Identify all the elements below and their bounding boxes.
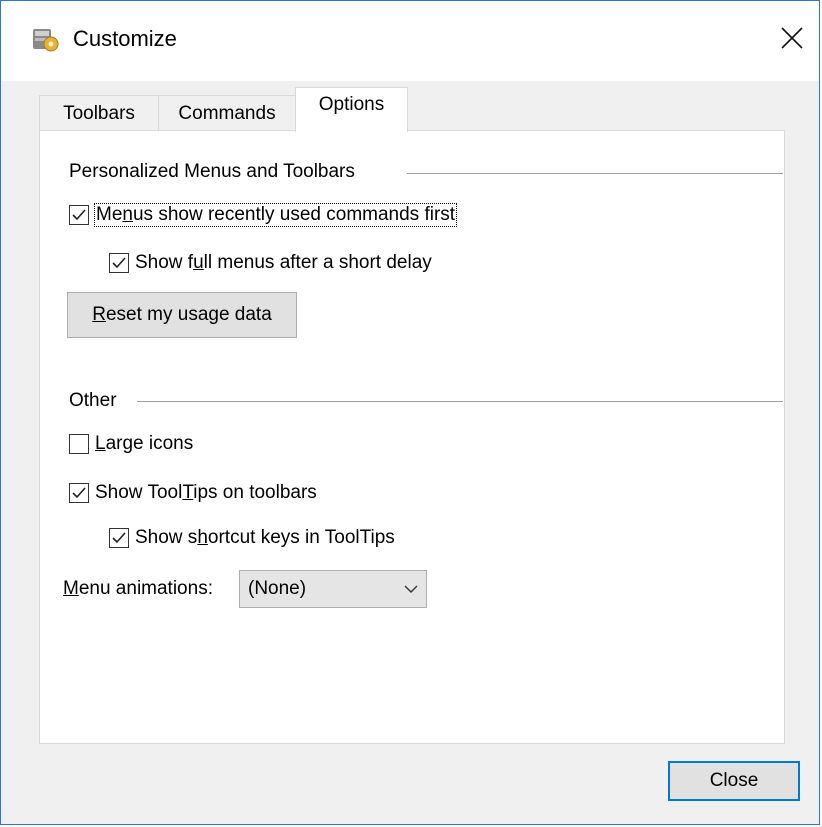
checkbox-label: Show shortcut keys in ToolTips bbox=[135, 527, 395, 548]
checkbox-box bbox=[109, 528, 129, 548]
personalized-heading: Personalized Menus and Toolbars bbox=[69, 161, 355, 183]
tab-commands[interactable]: Commands bbox=[158, 95, 296, 131]
group-divider bbox=[137, 401, 783, 402]
button-label: Close bbox=[709, 770, 759, 791]
tab-label: Toolbars bbox=[63, 102, 135, 124]
close-button[interactable]: Close bbox=[668, 761, 800, 801]
title-bar: Customize bbox=[1, 1, 819, 81]
other-heading: Other bbox=[69, 390, 117, 412]
tab-toolbars[interactable]: Toolbars bbox=[39, 95, 159, 131]
options-panel: Personalized Menus and Toolbars Menus sh… bbox=[39, 130, 785, 744]
large-icons-checkbox[interactable]: Large icons bbox=[69, 433, 193, 455]
reset-usage-data-button[interactable]: Reset my usage data bbox=[67, 292, 297, 338]
group-divider bbox=[407, 173, 783, 174]
checkbox-box bbox=[109, 253, 129, 273]
shortcut-keys-tooltips-checkbox[interactable]: Show shortcut keys in ToolTips bbox=[109, 527, 395, 549]
show-tooltips-checkbox[interactable]: Show ToolTips on toolbars bbox=[69, 482, 317, 504]
window-title: Customize bbox=[73, 26, 177, 51]
checkbox-box bbox=[69, 483, 89, 503]
button-label: Reset my usage data bbox=[92, 304, 272, 325]
checkbox-box bbox=[69, 205, 89, 225]
dropdown-value: (None) bbox=[248, 578, 307, 599]
close-icon[interactable] bbox=[769, 15, 815, 61]
checkbox-label: Show ToolTips on toolbars bbox=[95, 482, 317, 503]
full-menus-delay-checkbox[interactable]: Show full menus after a short delay bbox=[109, 252, 432, 274]
customize-app-icon bbox=[31, 27, 61, 53]
recent-commands-first-checkbox[interactable]: Menus show recently used commands first bbox=[69, 203, 458, 227]
tab-label: Options bbox=[318, 94, 385, 115]
menu-animations-label: Menu animations: bbox=[63, 578, 213, 599]
checkbox-label: Menus show recently used commands first bbox=[93, 203, 458, 227]
chevron-down-icon bbox=[396, 571, 426, 607]
checkbox-label: Large icons bbox=[95, 433, 194, 454]
menu-animations-dropdown[interactable]: (None) bbox=[239, 570, 427, 608]
checkbox-label: Show full menus after a short delay bbox=[135, 252, 432, 273]
tab-label: Commands bbox=[178, 102, 276, 124]
tab-options[interactable]: Options bbox=[295, 87, 408, 132]
checkbox-box bbox=[69, 434, 89, 454]
customize-dialog: Customize Toolbars Commands Options Pers… bbox=[0, 0, 820, 825]
